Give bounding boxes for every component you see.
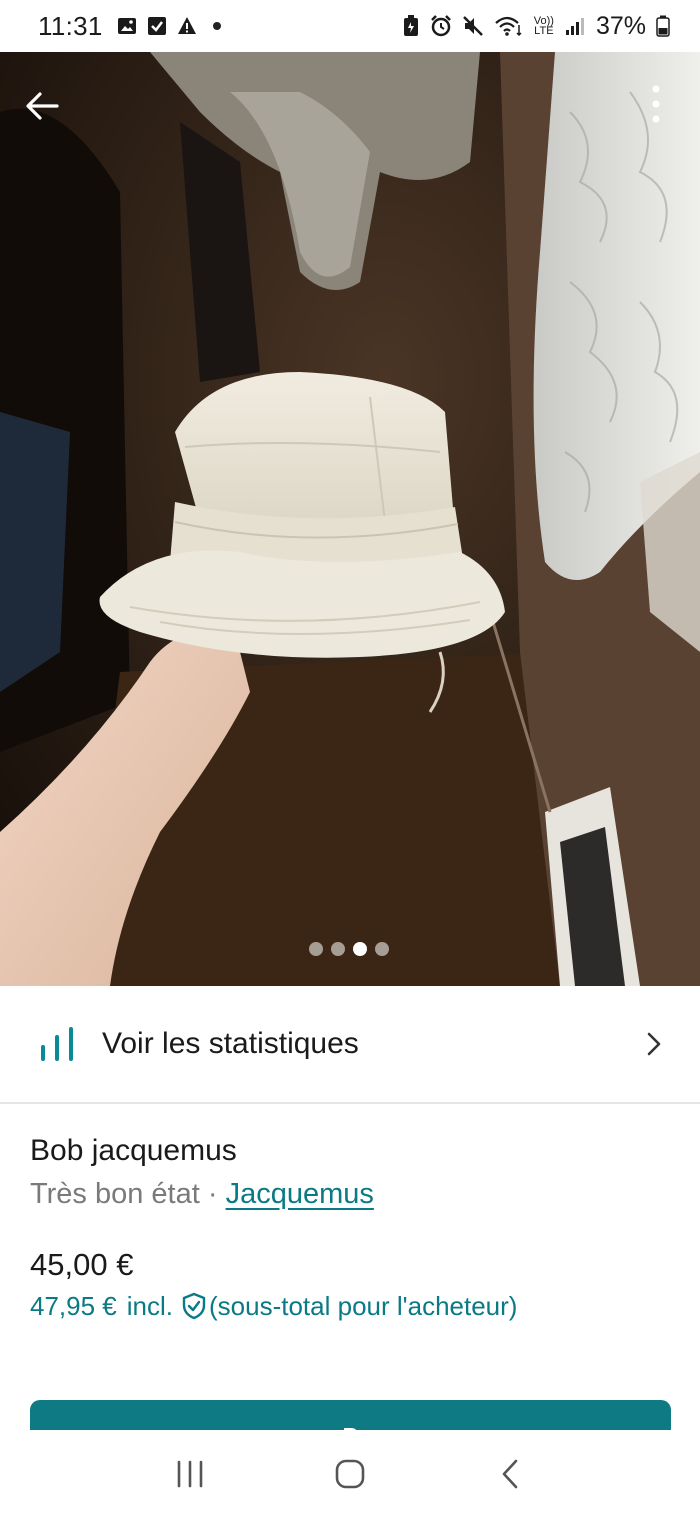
alarm-icon	[430, 15, 451, 37]
mute-icon	[462, 16, 483, 36]
carousel-dot[interactable]	[375, 942, 389, 956]
gallery-notification-icon	[117, 18, 136, 34]
checkbox-notification-icon	[147, 17, 166, 35]
subtitle-separator: ·	[199, 1178, 226, 1210]
recent-apps-button[interactable]	[160, 1444, 220, 1504]
more-notifications-dot	[212, 22, 221, 30]
item-subtitle: Très bon état · Jacquemus	[30, 1172, 670, 1216]
chevron-right-icon	[647, 1032, 661, 1056]
system-navigation-bar	[0, 1430, 700, 1517]
wifi-icon	[495, 16, 522, 37]
arrow-left-icon	[26, 92, 59, 120]
carousel-dot[interactable]	[331, 942, 345, 956]
home-icon	[335, 1459, 365, 1488]
buyer-price: 47,95 €	[30, 1291, 117, 1321]
item-condition: Très bon état	[30, 1178, 200, 1210]
recent-apps-icon	[177, 1460, 203, 1487]
status-bar: 11:31 Vo)) LTE 37%	[0, 0, 700, 52]
item-title: Bob jacquemus	[30, 1134, 237, 1167]
buyer-protection-shield-icon	[181, 1292, 207, 1320]
home-button[interactable]	[320, 1444, 380, 1504]
battery-icon	[656, 15, 670, 37]
carousel-dot-active[interactable]	[353, 942, 367, 956]
system-back-button[interactable]	[480, 1444, 540, 1504]
view-statistics-row[interactable]: Voir les statistiques	[0, 986, 700, 1104]
carousel-dot[interactable]	[309, 942, 323, 956]
battery-percent: 37%	[595, 11, 646, 40]
status-time: 11:31	[38, 10, 103, 41]
buyer-price-row[interactable]: 47,95 € incl. (sous-total pour l'acheteu…	[30, 1286, 670, 1326]
warning-notification-icon	[177, 17, 196, 34]
brand-link[interactable]: Jacquemus	[226, 1178, 374, 1210]
battery-saver-icon	[403, 15, 418, 36]
more-options-button[interactable]	[632, 80, 680, 128]
item-price: 45,00 €	[30, 1247, 134, 1282]
carousel-indicator	[309, 942, 389, 956]
view-statistics-label: Voir les statistiques	[102, 1027, 359, 1060]
vertical-dots-icon	[652, 85, 660, 123]
product-photo-carousel[interactable]	[0, 52, 700, 986]
product-photo	[0, 52, 700, 986]
chevron-left-icon	[502, 1459, 518, 1488]
back-button[interactable]	[18, 82, 66, 130]
signal-icon	[565, 18, 584, 35]
statistics-bars-icon	[41, 1027, 73, 1061]
volte-indicator: Vo)) LTE	[533, 15, 554, 37]
buyer-subtotal-note: (sous-total pour l'acheteur)	[209, 1291, 518, 1321]
buyer-incl-label: incl.	[126, 1291, 173, 1321]
item-details: Bob jacquemus Très bon état · Jacquemus …	[30, 1130, 670, 1326]
